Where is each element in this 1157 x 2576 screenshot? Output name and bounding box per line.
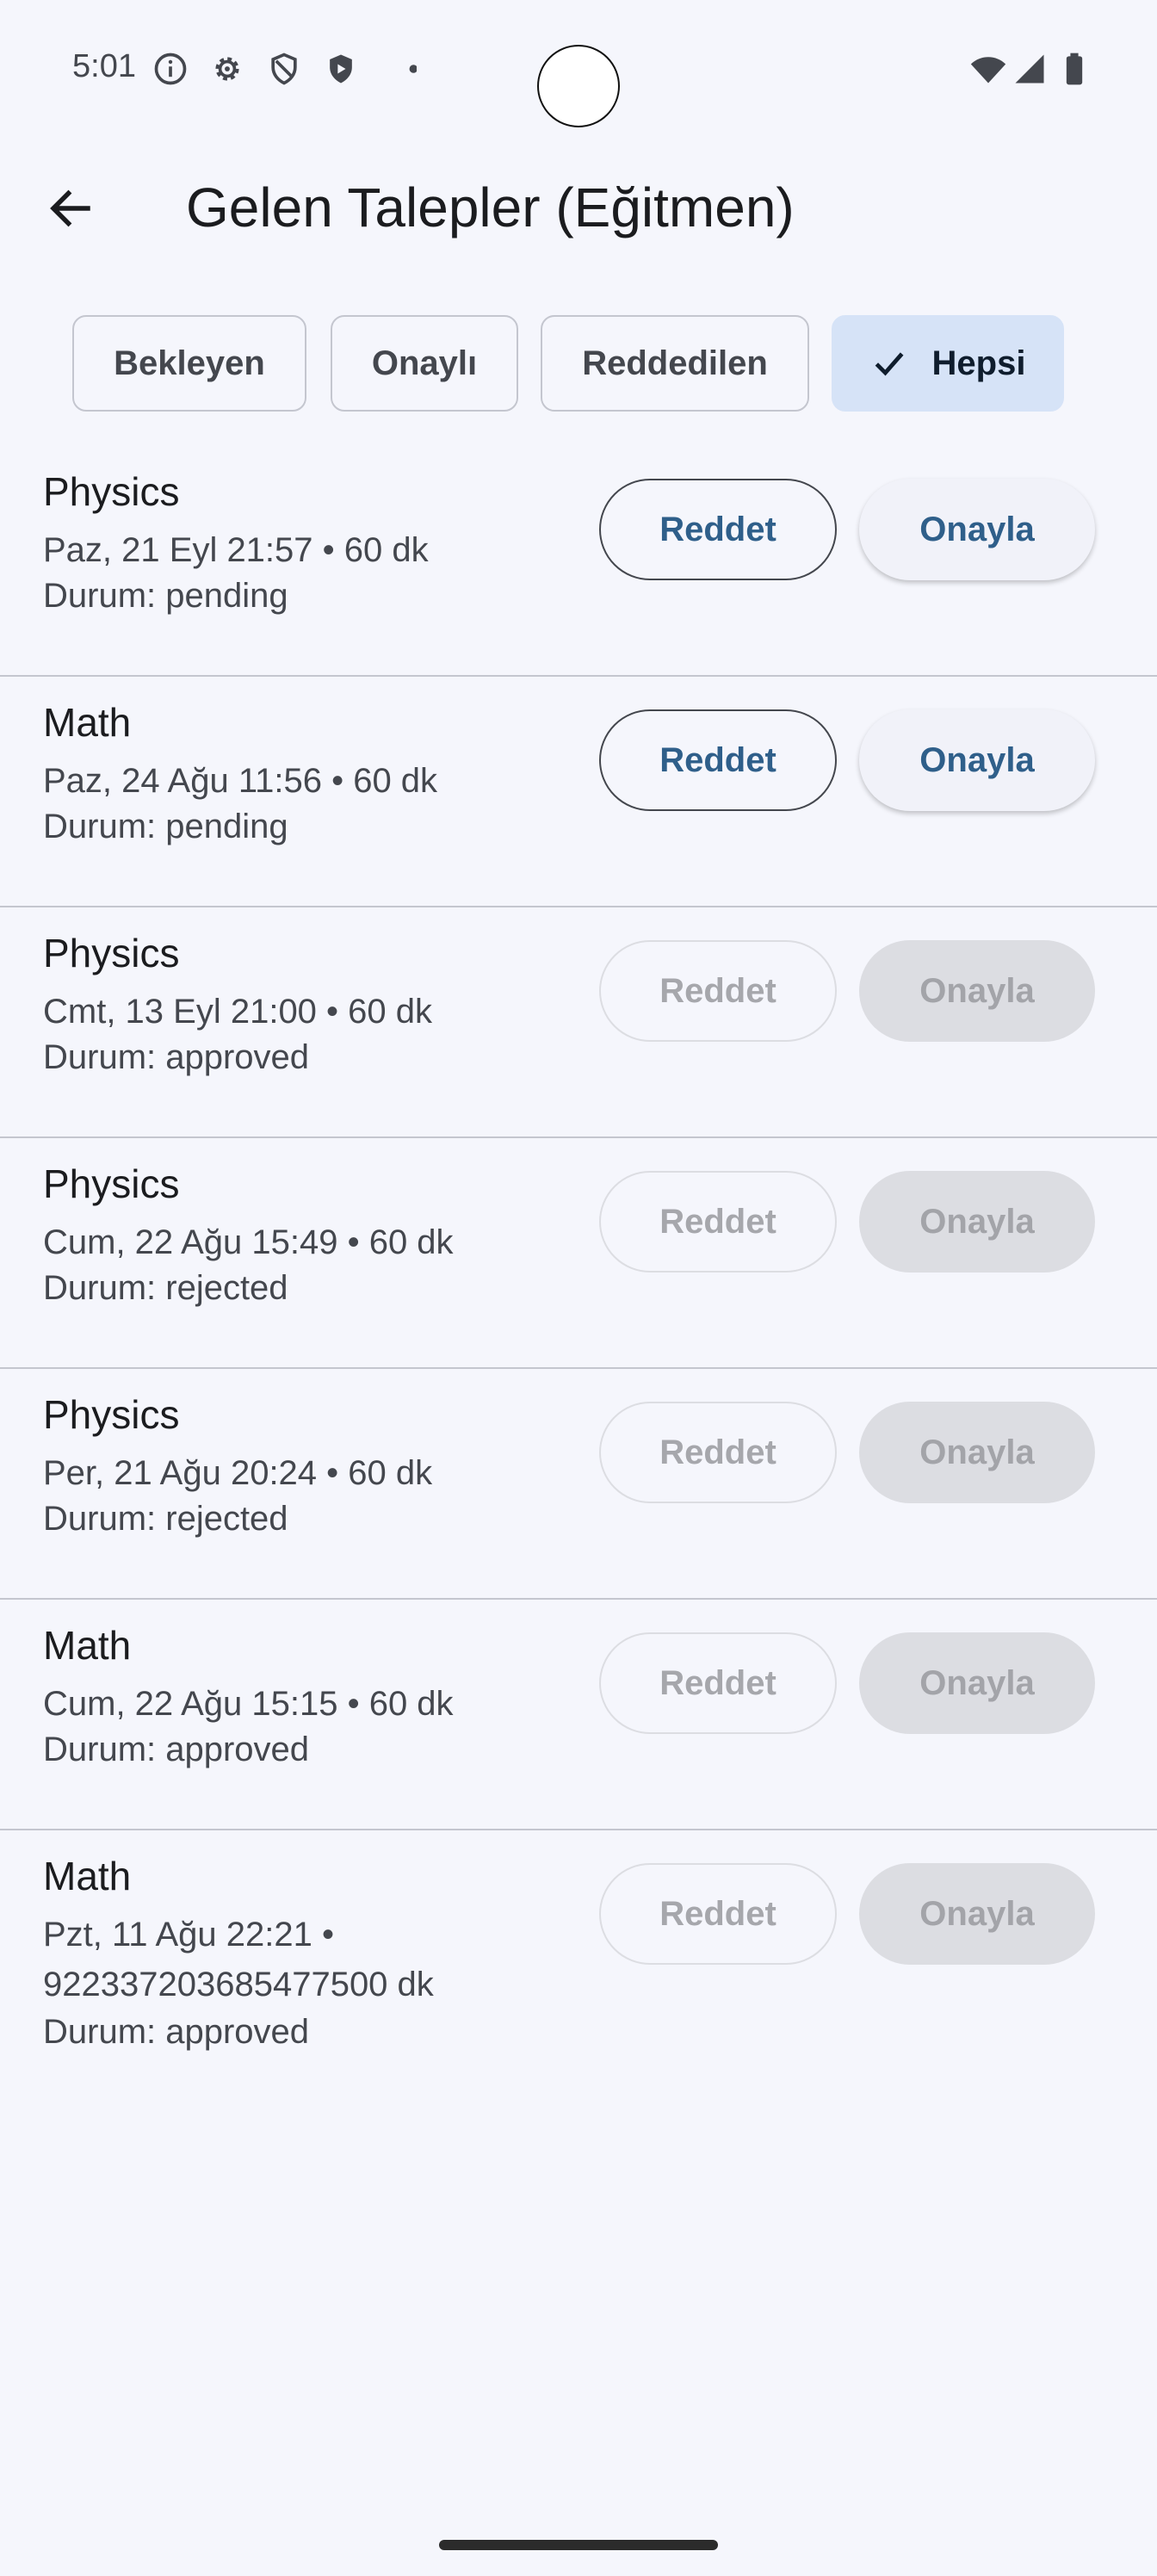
request-datetime: Cum, 22 Ağu 15:49 • 60 dk [43, 1223, 454, 1261]
approve-button: Onayla [859, 940, 1095, 1042]
check-icon [875, 352, 903, 376]
request-datetime: Cmt, 13 Eyl 21:00 • 60 dk [43, 993, 433, 1031]
chip-label: Onaylı [371, 344, 478, 382]
approve-button[interactable]: Onayla [859, 709, 1095, 811]
shield-filled-icon [322, 50, 360, 88]
chip-label: Bekleyen [114, 344, 265, 382]
request-status: Durum: rejected [43, 1269, 288, 1307]
request-datetime: Per, 21 Ağu 20:24 • 60 dk [43, 1454, 433, 1492]
request-subject: Physics [43, 469, 180, 514]
request-status: Durum: pending [43, 808, 288, 845]
filter-chips: Bekleyen Onaylı Reddedilen Hepsi [0, 315, 1157, 413]
request-datetime: Paz, 24 Ağu 11:56 • 60 dk [43, 762, 438, 800]
request-subject: Physics [43, 1161, 180, 1206]
wifi-icon [969, 50, 1007, 88]
shield-outline-icon [265, 50, 303, 88]
info-icon [152, 50, 189, 88]
reject-button[interactable]: Reddet [599, 709, 837, 811]
request-subject: Math [43, 700, 132, 745]
filter-chip-bekleyen[interactable]: Bekleyen [72, 315, 306, 412]
request-item: Physics Per, 21 Ağu 20:24 • 60 dk Durum:… [0, 1369, 1157, 1600]
chip-label: Hepsi [931, 344, 1026, 382]
approve-button[interactable]: Onayla [859, 479, 1095, 580]
chip-label: Reddedilen [582, 344, 768, 382]
front-camera [537, 45, 620, 127]
request-item: Math Cum, 22 Ağu 15:15 • 60 dk Durum: ap… [0, 1600, 1157, 1830]
request-status: Durum: pending [43, 577, 288, 615]
filter-chip-reddedilen[interactable]: Reddedilen [541, 315, 809, 412]
filter-chip-onayli[interactable]: Onaylı [331, 315, 518, 412]
request-item: Physics Cmt, 13 Eyl 21:00 • 60 dk Durum:… [0, 907, 1157, 1138]
request-subject: Math [43, 1854, 132, 1898]
status-time: 5:01 [72, 48, 136, 84]
request-datetime: Pzt, 11 Ağu 22:21 • 9223372036854775​00 … [43, 1916, 434, 2003]
request-subject: Math [43, 1623, 132, 1668]
request-subject: Physics [43, 1392, 180, 1437]
reject-button: Reddet [599, 1171, 837, 1273]
request-datetime: Paz, 21 Eyl 21:57 • 60 dk [43, 531, 429, 569]
request-item: Physics Cum, 22 Ağu 15:49 • 60 dk Durum:… [0, 1138, 1157, 1369]
approve-button: Onayla [859, 1171, 1095, 1273]
request-item: Math Paz, 24 Ağu 11:56 • 60 dk Durum: pe… [0, 677, 1157, 907]
page-title: Gelen Talepler (Eğitmen) [186, 176, 795, 238]
reject-button[interactable]: Reddet [599, 479, 837, 580]
reject-button: Reddet [599, 1402, 837, 1503]
signal-icon [1011, 50, 1049, 88]
request-item: Math Pzt, 11 Ağu 22:21 • 922337203685477… [0, 1830, 1157, 2115]
request-datetime: Cum, 22 Ağu 15:15 • 60 dk [43, 1685, 454, 1723]
approve-button: Onayla [859, 1402, 1095, 1503]
reject-button: Reddet [599, 1863, 837, 1965]
battery-icon [1055, 50, 1093, 88]
settings-icon [208, 50, 246, 88]
filter-chip-hepsi[interactable]: Hepsi [832, 315, 1064, 412]
approve-button: Onayla [859, 1632, 1095, 1734]
arrow-back-icon[interactable] [34, 172, 107, 245]
screen: 5:01 Gelen Talepler (Eğitmen) Bekleyen O… [0, 0, 1157, 2576]
app-bar: Gelen Talepler (Eğitmen) [0, 160, 1157, 255]
request-subject: Physics [43, 931, 180, 975]
request-status: Durum: approved [43, 1731, 310, 1768]
request-item: Physics Paz, 21 Eyl 21:57 • 60 dk Durum:… [0, 446, 1157, 677]
approve-button: Onayla [859, 1863, 1095, 1965]
dot-icon [379, 50, 418, 88]
reject-button: Reddet [599, 940, 837, 1042]
request-status: Durum: approved [43, 1038, 310, 1076]
home-indicator[interactable] [439, 2540, 718, 2550]
reject-button: Reddet [599, 1632, 837, 1734]
request-status: Durum: rejected [43, 1500, 288, 1538]
request-status: Durum: approved [43, 2013, 310, 2051]
